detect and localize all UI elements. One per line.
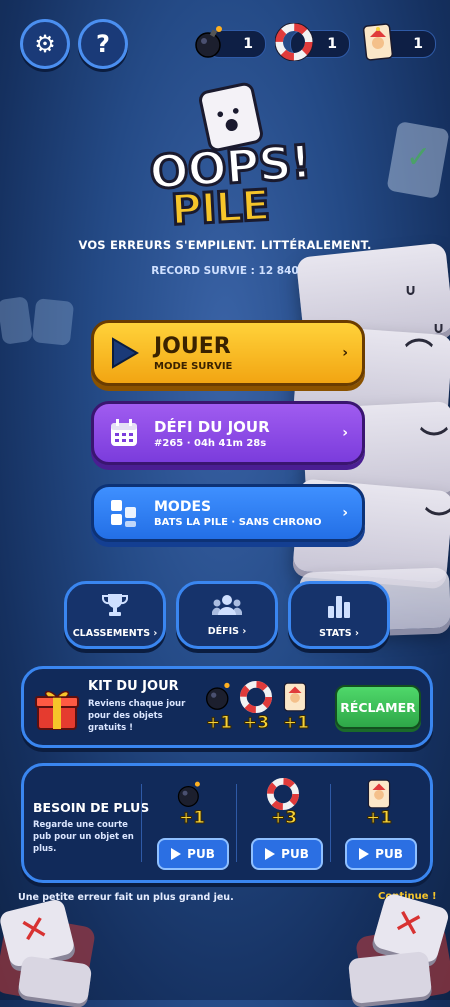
watch-ad-label: PUB [281, 847, 309, 861]
kit-lifebuoy-amount: +3 [242, 713, 270, 734]
watch-ad-button[interactable]: PUB [157, 838, 229, 870]
bomb-icon [190, 22, 230, 62]
offer-bomb-amount: +1 [178, 808, 206, 829]
play-icon [359, 848, 370, 860]
daily-kit-description: Reviens chaque jour pour des objets grat… [88, 699, 186, 733]
help-button[interactable]: ? [78, 19, 128, 69]
question-icon: ? [96, 30, 110, 58]
challenges-button[interactable]: DÉFIS › [176, 581, 278, 649]
modes-title: MODES [154, 498, 212, 515]
settings-button[interactable]: ⚙ [20, 19, 70, 69]
joker-card-icon [358, 22, 398, 62]
need-more-panel: BESOIN DE PLUS Regarde une courte pub po… [21, 763, 433, 883]
survival-record: RECORD SURVIE : 12 840 [151, 265, 299, 277]
daily-countdown: #265 · 04h 41m 28s [154, 437, 267, 449]
daily-challenge-button[interactable]: DÉFI DU JOUR #265 · 04h 41m 28s › [91, 401, 365, 465]
lifebuoy-icon [274, 22, 314, 62]
bar-chart-icon [326, 592, 352, 622]
kit-joker-amount: +1 [282, 713, 310, 734]
daily-kit-panel: KIT DU JOUR Reviens chaque jour pour des… [21, 666, 433, 748]
claim-button[interactable]: RÉCLAMER [335, 685, 421, 729]
chevron-right-icon: › [342, 425, 348, 441]
daily-kit-title: KIT DU JOUR [88, 679, 179, 694]
watch-ad-button[interactable]: PUB [345, 838, 417, 870]
kit-bomb-amount: +1 [205, 713, 233, 734]
group-icon [211, 594, 243, 620]
bomb-icon [204, 681, 234, 715]
chevron-right-icon: › [342, 345, 348, 361]
stats-button[interactable]: STATS › [288, 581, 390, 649]
lifebuoy-icon [240, 681, 272, 717]
need-more-title: BESOIN DE PLUS [33, 800, 150, 815]
calendar-icon [104, 413, 144, 453]
offer-joker-amount: +1 [365, 808, 393, 829]
stats-label: STATS › [319, 627, 359, 639]
offer-lifebuoy-amount: +3 [270, 808, 298, 829]
watch-ad-label: PUB [375, 847, 403, 861]
play-button[interactable]: JOUER MODE SURVIE › [91, 320, 365, 386]
watch-ad-button[interactable]: PUB [251, 838, 323, 870]
modes-button[interactable]: MODES BATS LA PILE · SANS CHRONO › [91, 484, 365, 542]
divider [141, 784, 142, 862]
divider [330, 784, 331, 862]
play-icon [171, 848, 182, 860]
joker-card-icon [282, 681, 308, 717]
play-title: JOUER [154, 334, 231, 359]
leaderboard-button[interactable]: CLASSEMENTS › [64, 581, 166, 649]
divider [236, 784, 237, 862]
play-subtitle: MODE SURVIE [154, 361, 233, 372]
lifebuoy-count: 1 [327, 36, 337, 52]
need-more-description: Regarde une courte pub pour un objet en … [33, 820, 134, 854]
daily-title: DÉFI DU JOUR [154, 417, 270, 436]
challenges-label: DÉFIS › [207, 625, 247, 637]
logo-line-2: PILE [168, 179, 271, 236]
trophy-icon [101, 592, 129, 622]
chevron-right-icon: › [342, 505, 348, 521]
joker-count: 1 [413, 36, 423, 52]
bomb-count: 1 [243, 36, 253, 52]
gift-icon [34, 685, 80, 735]
leaderboard-label: CLASSEMENTS › [72, 627, 158, 639]
play-icon [104, 333, 144, 373]
play-icon [265, 848, 276, 860]
gear-icon: ⚙ [34, 30, 56, 58]
watch-ad-label: PUB [187, 847, 215, 861]
modes-subtitle: BATS LA PILE · SANS CHRONO [154, 516, 322, 528]
grid-icon [104, 493, 144, 533]
tagline: VOS ERREURS S'EMPILENT. LITTÉRALEMENT. [78, 238, 372, 252]
